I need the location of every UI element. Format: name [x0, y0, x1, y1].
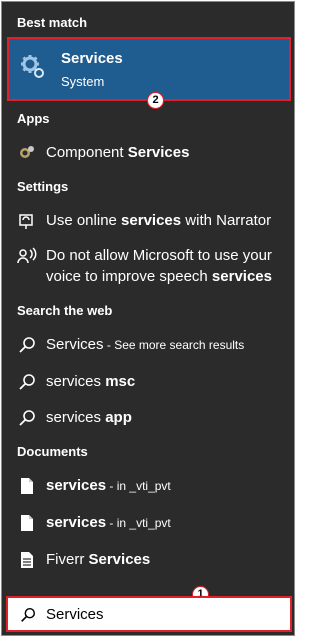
web-3-pre: services — [46, 409, 106, 426]
search-icon — [19, 337, 35, 353]
setting-2-line2-bold: services — [211, 268, 272, 285]
document-icon — [21, 552, 33, 568]
setting-2-line1: Do not allow Microsoft to use your — [46, 247, 272, 264]
document-icon — [21, 478, 33, 494]
setting-1-post: with Narrator — [181, 212, 272, 229]
section-search-web: Search the web — [17, 303, 113, 318]
doc-2-small: - in _vti_pvt — [106, 516, 171, 530]
callout-badge-2: 2 — [147, 92, 164, 109]
app-label-bold: Services — [127, 144, 190, 161]
setting-1-bold: services — [121, 212, 182, 229]
doc-1-bold: services — [46, 477, 107, 494]
voice-icon — [17, 247, 37, 264]
section-apps: Apps — [17, 111, 50, 126]
web-2-pre: services — [46, 373, 106, 390]
doc-3-bold: Services — [88, 551, 151, 568]
doc-1-small: - in _vti_pvt — [106, 479, 171, 493]
section-settings: Settings — [17, 179, 69, 194]
section-documents: Documents — [17, 444, 88, 459]
best-match-services[interactable]: Services System — [7, 37, 291, 101]
search-input-value: Services — [46, 606, 104, 623]
web-1-text: Services — [46, 336, 104, 353]
web-1-small: - See more search results — [103, 338, 245, 352]
search-input[interactable]: Services — [6, 596, 292, 632]
app-label-pre: Component — [46, 144, 128, 161]
best-match-title: Services — [61, 50, 123, 67]
setting-1-pre: Use online — [46, 212, 122, 229]
gear-icon — [21, 55, 44, 78]
search-icon — [21, 607, 36, 622]
search-icon — [19, 410, 35, 426]
web-3-bold: app — [105, 409, 132, 426]
document-icon — [21, 515, 33, 531]
doc-2-bold: services — [46, 514, 107, 531]
search-icon — [19, 374, 35, 390]
best-match-subtitle: System — [61, 74, 105, 89]
narrator-icon — [19, 214, 33, 229]
web-2-bold: msc — [105, 373, 136, 390]
setting-2-line2-pre: voice to improve speech — [46, 268, 212, 285]
section-best-match: Best match — [17, 15, 88, 30]
component-services-icon — [20, 146, 34, 158]
doc-3-pre: Fiverr — [46, 551, 89, 568]
